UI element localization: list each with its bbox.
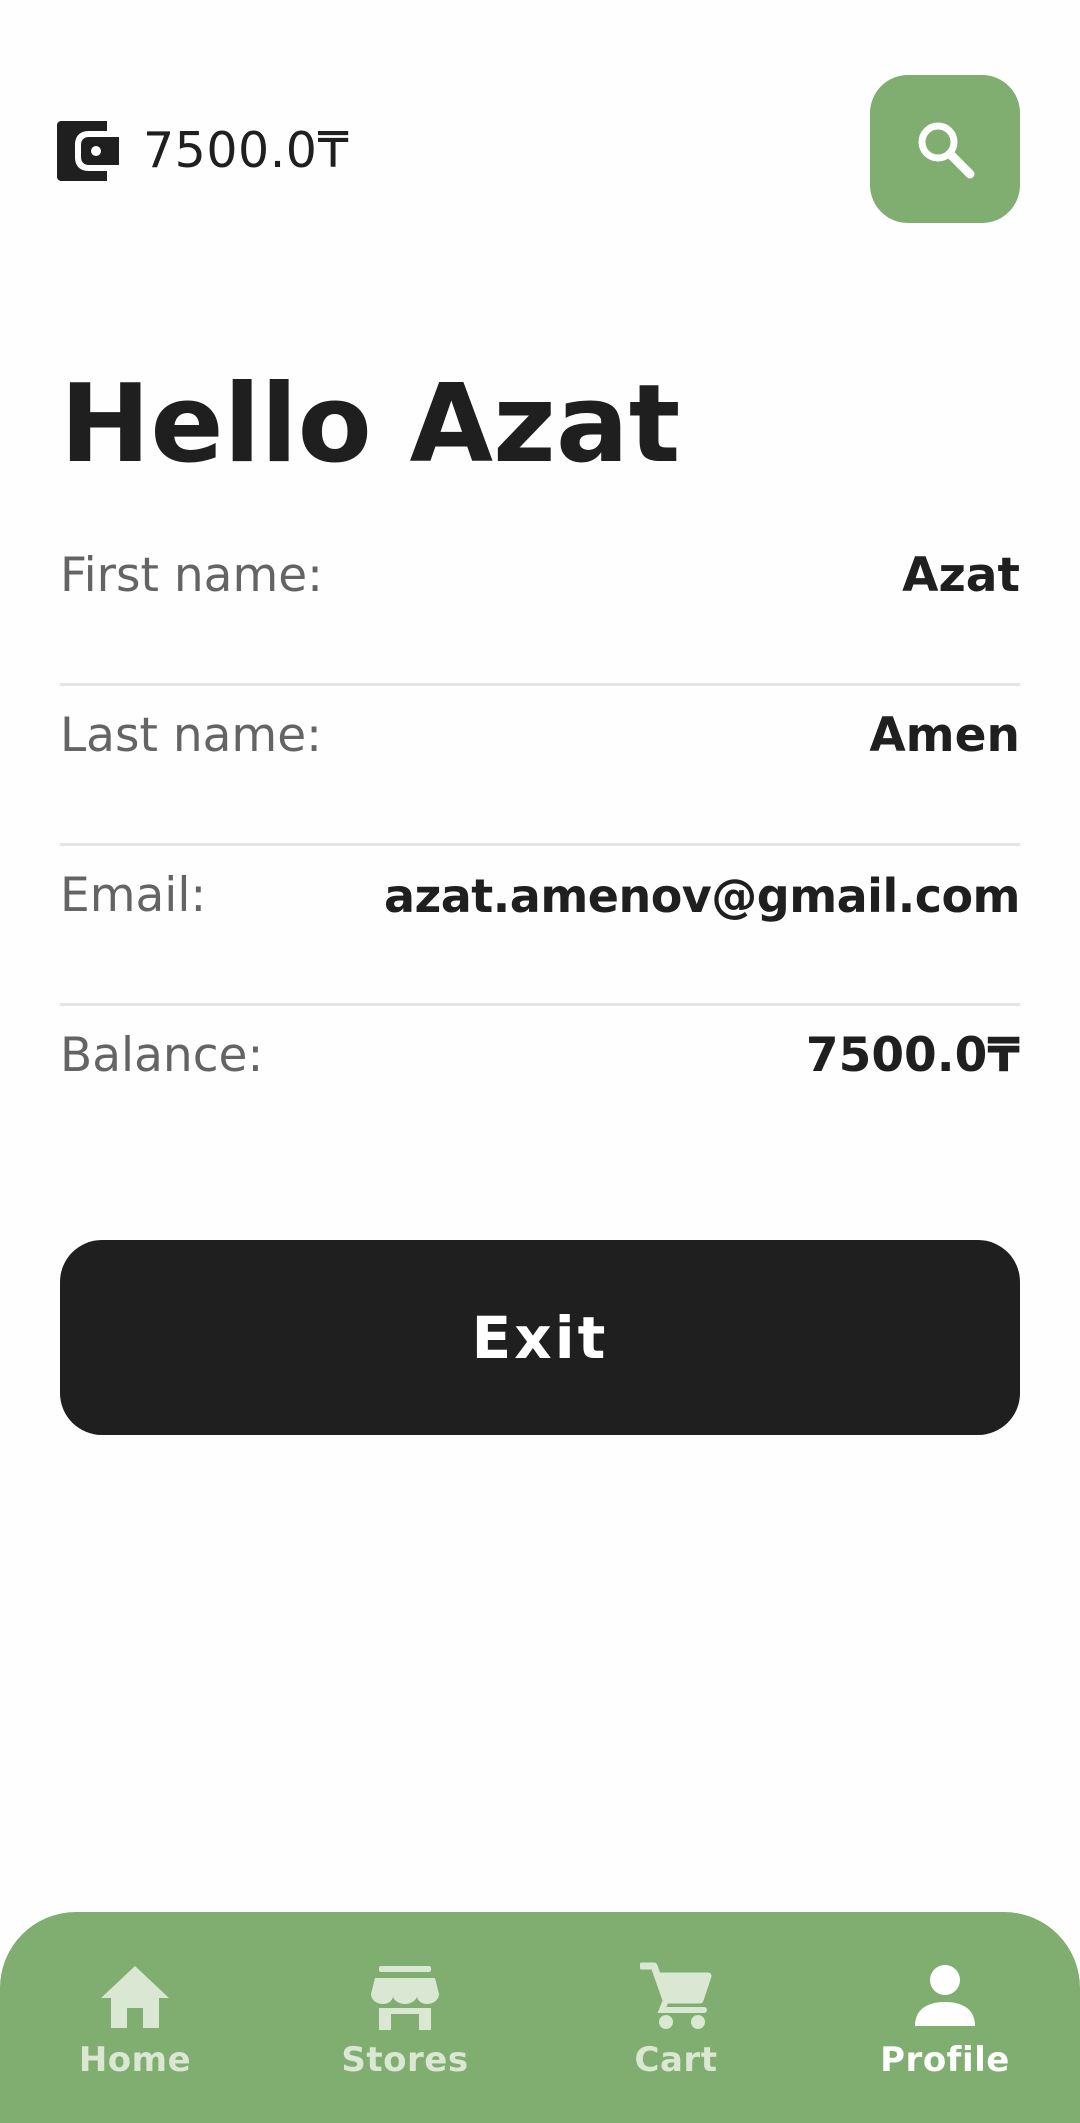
balance-label: Balance: xyxy=(60,1028,264,1083)
page-title: Hello Azat xyxy=(60,362,681,487)
last-name-value: Amen xyxy=(869,708,1020,763)
search-button[interactable] xyxy=(870,75,1020,223)
email-row: Email: azat.amenov@gmail.com xyxy=(60,846,1021,1006)
cart-icon xyxy=(640,1962,712,2029)
nav-item-stores[interactable]: Stores xyxy=(295,1960,515,2090)
first-name-row: First name: Azat xyxy=(60,526,1020,686)
nav-label-cart: Cart xyxy=(634,2040,718,2080)
last-name-label: Last name: xyxy=(60,708,322,763)
nav-item-profile[interactable]: Profile xyxy=(835,1960,1055,2090)
nav-item-home[interactable]: Home xyxy=(25,1960,245,2090)
search-icon xyxy=(918,122,975,179)
balance-value: 7500.0₸ xyxy=(805,1028,1020,1083)
home-icon xyxy=(101,1966,169,2028)
top-bar: 7500.0₸ xyxy=(0,0,1080,260)
wallet-amount: 7500.0₸ xyxy=(143,122,350,179)
store-icon xyxy=(371,1966,439,2030)
nav-label-stores: Stores xyxy=(341,2040,469,2080)
nav-label-home: Home xyxy=(78,2040,192,2080)
email-label: Email: xyxy=(60,868,207,923)
wallet-icon xyxy=(57,121,119,181)
bottom-navigation: Home Stores Cart Profile xyxy=(0,1912,1080,2123)
person-icon xyxy=(915,1965,975,2026)
last-name-row: Last name: Amen xyxy=(60,686,1020,846)
profile-info-list: First name: Azat Last name: Amen Email: … xyxy=(60,526,1021,1166)
wallet-balance: 7500.0₸ xyxy=(57,116,349,186)
nav-item-cart[interactable]: Cart xyxy=(566,1960,786,2090)
email-value: azat.amenov@gmail.com xyxy=(383,869,1021,923)
first-name-value: Azat xyxy=(902,548,1020,603)
balance-row: Balance: 7500.0₸ xyxy=(60,1006,1020,1166)
first-name-label: First name: xyxy=(60,548,323,603)
nav-label-profile: Profile xyxy=(880,2040,1010,2080)
exit-button[interactable]: Exit xyxy=(60,1240,1020,1435)
